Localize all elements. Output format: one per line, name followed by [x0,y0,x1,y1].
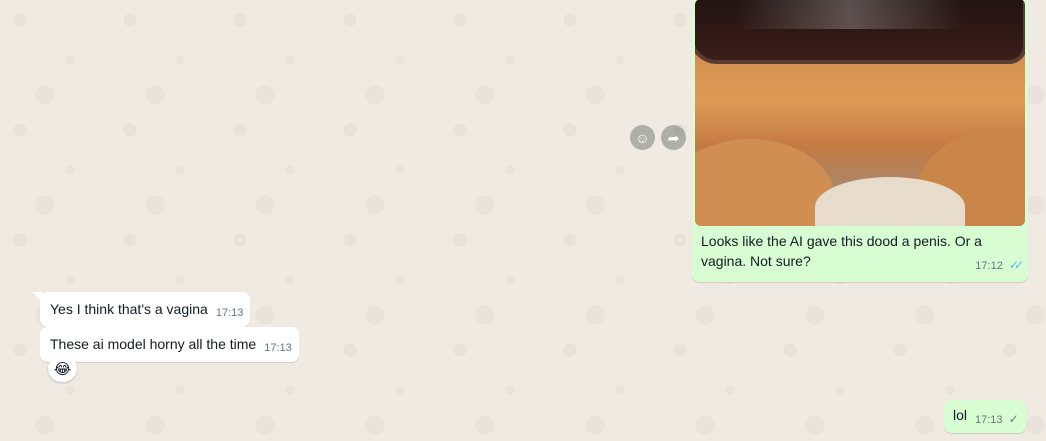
message-time: 17:13 [264,342,292,354]
message-meta: 17:13 [216,306,244,321]
sent-receipt-icon: ✓ [1008,412,1019,426]
message-meta: 17:12 ✓✓ [975,257,1024,274]
message-time: 17:13 [975,414,1003,426]
incoming-message[interactable]: These ai model horny all the time 17:13 [40,327,299,362]
laughing-emoji-icon: 😂 [53,360,72,378]
message-time: 17:13 [215,307,244,319]
image-shape [695,139,835,226]
message-meta: 17:13 ✓ [975,412,1019,428]
message-image[interactable] [695,0,1025,226]
outgoing-message[interactable]: lol 17:13 ✓ [944,400,1026,433]
caption-text: Looks like the AI gave this dood a penis… [701,233,982,269]
image-shape [735,0,965,29]
forward-icon: ➦ [667,129,680,146]
message-reaction[interactable]: 😂 [48,355,77,382]
image-message[interactable]: Looks like the AI gave this dood a penis… [692,0,1028,282]
message-meta: 17:13 [264,341,292,356]
message-time: 17:12 [975,259,1003,272]
message-hover-actions: ☺ ➦ [630,125,686,150]
message-text: lol [953,407,968,423]
forward-button[interactable]: ➦ [661,125,686,150]
message-text: These ai model horny all the time [50,336,257,352]
emoji-react-button[interactable]: ☺ [630,125,655,150]
emoji-react-icon: ☺ [635,129,650,146]
read-receipt-icon: ✓✓ [1008,257,1024,272]
message-text: Yes I think that's a vagina [50,301,208,317]
incoming-message[interactable]: Yes I think that's a vagina 17:13 [40,292,251,327]
message-caption: Looks like the AI gave this dood a penis… [695,226,1025,274]
